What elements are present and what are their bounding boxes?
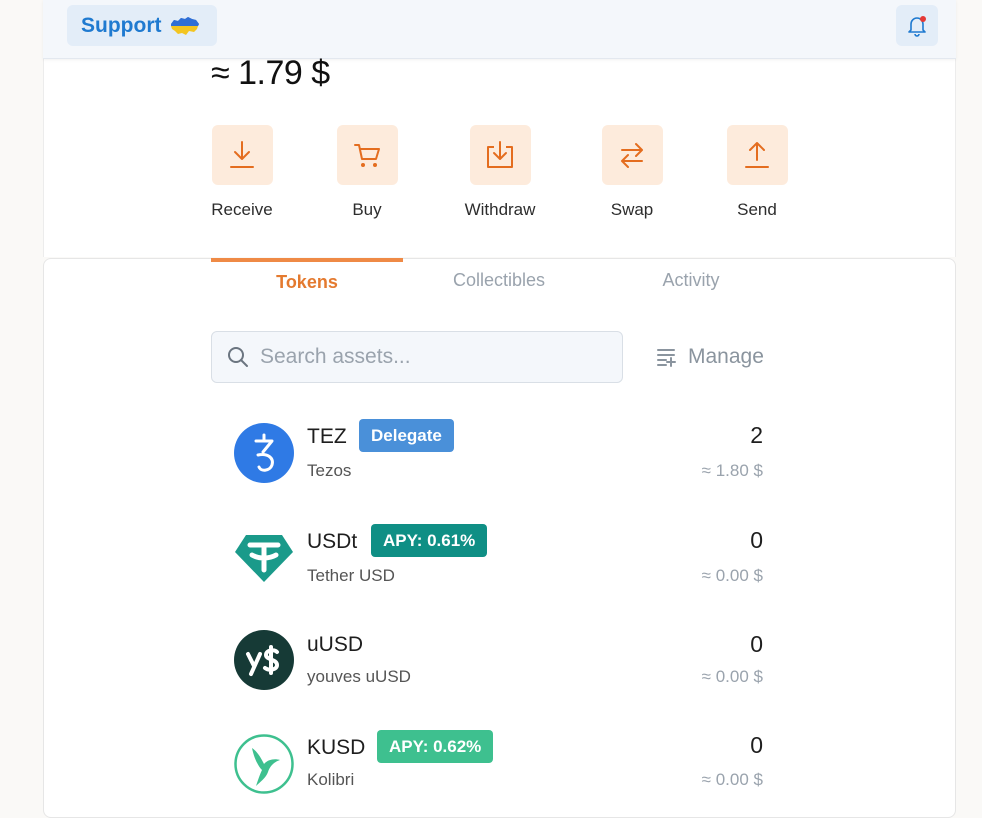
swap-button[interactable]: Swap [577,125,687,220]
token-amount: 0 [750,631,763,657]
kolibri-logo-icon [234,734,294,794]
download-icon [230,141,254,168]
cart-icon [354,144,380,167]
tab-activity-label: Activity [662,269,720,290]
bell-icon [908,15,926,37]
top-header: Support [43,0,956,59]
manage-list-icon [657,349,676,367]
tezos-logo-icon [234,423,294,483]
withdraw-button[interactable]: Withdraw [445,125,555,220]
withdraw-label: Withdraw [464,200,536,219]
tether-logo-icon [235,535,293,582]
token-row-kusd[interactable]: KUSD APY: 0.62% Kolibri 0 ≈ 0.00 $ [211,720,787,810]
upload-icon [745,142,769,168]
action-buttons: Receive Buy Withdraw Swap Send [0,125,982,225]
manage-label: Manage [688,345,764,368]
manage-button[interactable]: Manage [656,340,764,374]
ukraine-flag-icon [171,16,200,35]
tab-tokens[interactable]: Tokens [211,258,403,302]
send-button[interactable]: Send [702,125,812,220]
delegate-badge[interactable]: Delegate [359,419,454,452]
token-row-uusd[interactable]: uUSD youves uUSD 0 ≈ 0.00 $ [211,617,787,707]
send-label: Send [737,200,777,219]
withdraw-icon [487,141,513,168]
token-symbol: USDt [307,530,358,553]
tab-tokens-label: Tokens [276,271,338,292]
token-name: youves uUSD [307,667,411,686]
asset-tabs: Tokens Collectibles Activity [211,258,787,302]
total-balance: ≈ 1.79 $ [211,54,330,92]
swap-arrows-icon [621,143,643,168]
token-amount: 0 [750,732,763,758]
token-fiat-value: ≈ 0.00 $ [701,566,763,585]
token-name: Tether USD [307,566,395,585]
support-button[interactable]: Support [67,5,217,46]
token-name: Kolibri [307,770,355,789]
token-name: Tezos [307,461,352,480]
token-amount: 0 [750,527,763,553]
tab-collectibles[interactable]: Collectibles [403,258,595,302]
receive-label: Receive [211,200,273,219]
token-fiat-value: ≈ 0.00 $ [701,770,763,789]
search-input[interactable] [260,345,620,369]
token-row-usdt[interactable]: USDt APY: 0.61% Tether USD 0 ≈ 0.00 $ [211,513,787,603]
receive-button[interactable]: Receive [187,125,297,220]
token-symbol: KUSD [307,736,366,759]
token-symbol: TEZ [307,425,347,448]
search-icon [228,347,248,367]
token-amount: 2 [750,422,763,448]
apy-badge: APY: 0.61% [371,524,488,557]
apy-badge: APY: 0.62% [377,730,494,763]
notification-dot [920,15,926,22]
buy-label: Buy [352,200,382,219]
notifications-button[interactable] [896,5,938,46]
search-box[interactable] [211,331,623,383]
tab-collectibles-label: Collectibles [452,269,546,290]
support-label: Support [81,13,162,37]
swap-label: Swap [610,200,654,219]
token-fiat-value: ≈ 1.80 $ [701,461,763,480]
buy-button[interactable]: Buy [312,125,422,220]
tab-activity[interactable]: Activity [595,258,787,302]
token-symbol: uUSD [307,633,364,656]
token-fiat-value: ≈ 0.00 $ [701,667,763,686]
token-row-tez[interactable]: TEZ Delegate Tezos 2 ≈ 1.80 $ [211,408,787,498]
youves-logo-icon [234,630,294,690]
